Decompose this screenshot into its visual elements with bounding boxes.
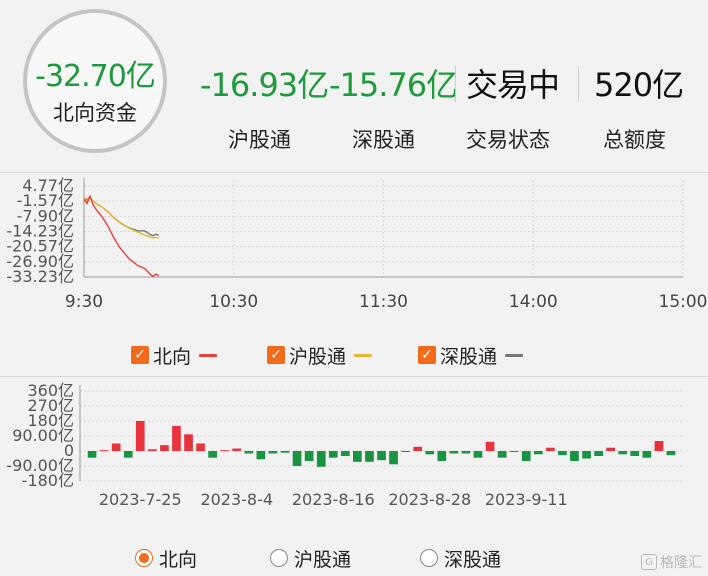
flow-bar	[172, 426, 181, 451]
flow-bar	[220, 450, 230, 452]
radio-shenzhen[interactable]: 深股通	[420, 544, 501, 572]
x-tick-label: 2023-8-4	[200, 490, 273, 509]
flow-bar	[365, 451, 374, 462]
flow-bar	[570, 451, 579, 461]
flow-bar	[341, 451, 350, 456]
x-tick-label: 2023-7-25	[99, 490, 182, 509]
watermark-logo-icon: G	[641, 554, 657, 570]
radio-selected-icon[interactable]	[135, 549, 153, 567]
radio-label: 深股通	[444, 548, 502, 571]
radio-icon[interactable]	[420, 549, 438, 567]
flow-bar	[268, 451, 278, 454]
flow-bar	[196, 443, 205, 451]
flow-bar	[485, 441, 495, 451]
flow-bar	[135, 421, 145, 451]
flow-bar	[473, 451, 483, 458]
radio-label: 北向	[159, 548, 198, 571]
flow-bar	[618, 451, 628, 455]
flow-bar	[160, 445, 169, 451]
flow-bar	[123, 451, 133, 458]
flow-bar	[461, 451, 471, 454]
flow-bar	[280, 451, 290, 453]
flow-bar	[666, 451, 676, 456]
daily-flow-bar-chart: 360亿270亿180亿90.00亿0-90.00亿-180亿2023-7-25…	[6, 381, 683, 509]
flow-bar	[497, 451, 507, 458]
flow-bar	[99, 450, 109, 452]
y-tick-label: -180亿	[22, 471, 74, 490]
flow-bar	[328, 451, 338, 458]
flow-bar	[184, 434, 193, 451]
flow-bar	[148, 449, 157, 451]
flow-bar	[425, 451, 435, 455]
flow-bar	[244, 451, 254, 454]
flow-bar	[594, 451, 603, 456]
flow-bar	[87, 451, 97, 458]
flow-bar	[437, 451, 447, 461]
flow-bar	[353, 451, 362, 462]
flow-bar	[389, 451, 398, 465]
watermark: G 格隆汇	[641, 552, 702, 572]
flow-bar	[630, 451, 640, 456]
radio-north[interactable]: 北向	[135, 544, 197, 572]
x-tick-label: 2023-8-28	[388, 490, 471, 509]
flow-bar	[377, 451, 386, 461]
radio-label: 沪股通	[294, 548, 352, 571]
watermark-text: 格隆汇	[660, 555, 702, 571]
radio-shanghai[interactable]: 沪股通	[270, 544, 351, 572]
radio-icon[interactable]	[270, 549, 288, 567]
flow-bar	[606, 447, 615, 451]
flow-bar	[546, 447, 555, 451]
flow-bar	[449, 451, 459, 454]
flow-bar	[316, 451, 326, 467]
flow-bar	[521, 451, 531, 461]
flow-bar	[256, 451, 266, 460]
flow-bar	[558, 451, 567, 456]
flow-bar	[292, 451, 302, 466]
flow-bar	[534, 451, 543, 455]
flow-bar	[304, 451, 314, 461]
x-tick-label: 2023-8-16	[292, 490, 375, 509]
flow-bar	[582, 451, 591, 459]
flow-bar	[401, 451, 410, 452]
flow-bar	[509, 451, 519, 452]
flow-bar	[642, 451, 652, 458]
flow-bar	[208, 451, 217, 458]
flow-bar	[654, 441, 664, 451]
flow-bar	[413, 446, 422, 451]
flow-bar	[232, 448, 242, 451]
x-tick-label: 2023-9-11	[485, 490, 568, 509]
flow-bar	[111, 443, 121, 451]
